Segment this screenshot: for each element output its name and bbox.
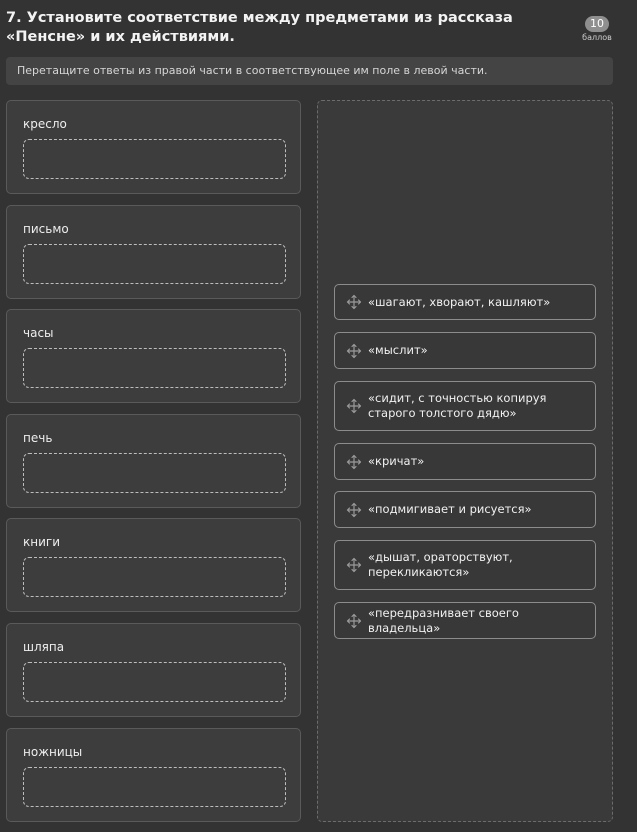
drop-zone[interactable] <box>23 348 286 389</box>
target-card: книги <box>6 518 301 613</box>
instruction-banner: Перетащите ответы из правой части в соот… <box>6 57 613 85</box>
drop-zone[interactable] <box>23 661 286 702</box>
move-arrows-icon <box>346 613 362 628</box>
move-arrows-icon <box>346 294 362 310</box>
target-label: книги <box>23 535 60 550</box>
question-title: 7. Установите соответствие между предмет… <box>6 10 513 45</box>
target-list: кресло письмо часы печь книги шляпа ножн… <box>6 100 301 832</box>
drop-zone[interactable] <box>23 452 286 493</box>
move-arrows-icon <box>346 502 362 517</box>
answer-item[interactable]: «мыслит» <box>334 332 596 369</box>
drop-zone[interactable] <box>23 139 286 179</box>
target-label: шляпа <box>23 639 65 654</box>
answer-text: «сидит, с точностью копируя старого толс… <box>368 391 547 420</box>
points-label: баллов <box>582 33 612 42</box>
target-label: ножницы <box>23 744 83 759</box>
answer-text: «подмигивает и рисуется» <box>368 502 532 516</box>
target-card: печь <box>6 413 301 508</box>
target-card: письмо <box>6 204 301 299</box>
points-indicator: 10 баллов <box>579 12 615 42</box>
answer-text: «передразнивает своего владельца» <box>368 605 519 635</box>
answer-item[interactable]: «кричат» <box>334 443 596 480</box>
drop-zone[interactable] <box>23 766 286 807</box>
target-label: печь <box>23 430 53 445</box>
answer-text: «дышат, ораторствуют, перекликаются» <box>368 550 513 579</box>
target-card: часы <box>6 309 301 404</box>
answers-pool[interactable]: «шагают, хворают, кашляют» «мыслит» «сид… <box>317 100 613 822</box>
answer-item[interactable]: «подмигивает и рисуется» <box>334 491 596 528</box>
answer-item[interactable]: «шагают, хворают, кашляют» <box>334 284 596 320</box>
target-card: ножницы <box>6 727 301 822</box>
answer-item[interactable]: «дышат, ораторствуют, перекликаются» <box>334 540 596 590</box>
target-label: письмо <box>23 221 69 236</box>
move-arrows-icon <box>346 343 362 358</box>
target-card: кресло <box>6 100 301 194</box>
move-arrows-icon <box>346 557 362 573</box>
answer-text: «мыслит» <box>368 343 428 357</box>
move-arrows-icon <box>346 454 362 469</box>
target-label: кресло <box>23 117 67 131</box>
points-badge: 10 <box>585 16 609 32</box>
answer-text: «шагают, хворают, кашляют» <box>368 294 551 309</box>
drop-zone[interactable] <box>23 557 286 598</box>
answer-text: «кричат» <box>368 454 425 468</box>
answer-item[interactable]: «сидит, с точностью копируя старого толс… <box>334 381 596 431</box>
target-label: часы <box>23 326 54 341</box>
move-arrows-icon <box>346 398 362 414</box>
question-page: 7. Установите соответствие между предмет… <box>0 0 637 832</box>
drop-zone[interactable] <box>23 243 286 284</box>
target-card: шляпа <box>6 622 301 717</box>
answer-item[interactable]: «передразнивает своего владельца» <box>334 602 596 639</box>
